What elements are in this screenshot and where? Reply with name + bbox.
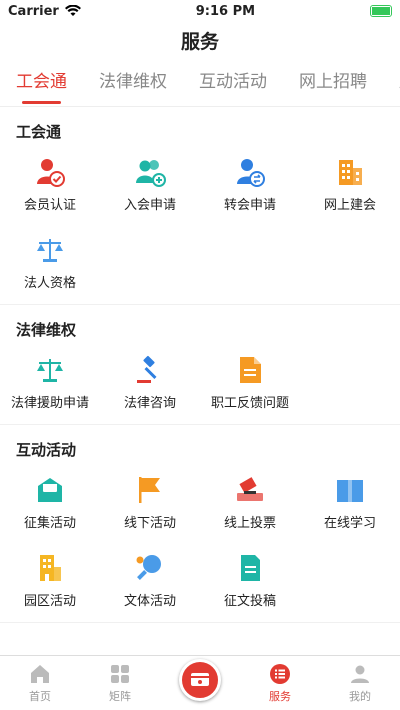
service-item[interactable]: 会员认证 [0, 152, 100, 220]
service-item[interactable]: 在线学习 [300, 470, 400, 538]
service-section: 互动活动征集活动 线下活动 线上投票 在线学习园区活动 文体活动 征文投稿 [0, 425, 400, 623]
service-item[interactable]: 线下活动 [100, 470, 200, 538]
service-grid: 会员认证 入会申请 转会申请 网上建会法人资格 [0, 152, 400, 298]
home-icon [31, 665, 49, 683]
service-item-label: 线上投票 [223, 516, 276, 531]
tab-recruitment[interactable]: 网上招聘 [283, 58, 383, 106]
tabbar-home[interactable]: 首页 [0, 656, 80, 710]
wifi-icon [64, 5, 81, 16]
service-item[interactable]: 职工反馈问题 [200, 350, 300, 418]
tabbar-label-service: 服务 [269, 690, 291, 703]
service-item[interactable]: 法人资格 [0, 230, 100, 298]
vote-icon [234, 474, 266, 506]
service-item-label: 入会申请 [123, 198, 176, 213]
service-item-label: 转会申请 [223, 198, 276, 213]
service-item[interactable]: 网上建会 [300, 152, 400, 220]
service-item[interactable]: 转会申请 [200, 152, 300, 220]
tabbar-label-matrix: 矩阵 [109, 690, 131, 703]
scale-icon [34, 354, 66, 386]
battery-icon [370, 5, 392, 17]
service-item-label: 法律咨询 [123, 396, 176, 411]
grid-icon [111, 665, 129, 683]
book-icon [334, 474, 366, 506]
service-item-label: 会员认证 [23, 198, 76, 213]
gavel-icon [134, 354, 166, 386]
service-item[interactable]: 线上投票 [200, 470, 300, 538]
service-item[interactable]: 园区活动 [0, 548, 100, 616]
inbox-icon [34, 474, 66, 506]
service-item-label: 征文投稿 [223, 594, 276, 609]
tab-union[interactable]: 工会通 [0, 58, 83, 106]
tabbar-label-home: 首页 [29, 690, 51, 703]
status-bar: Carrier 9:16 PM [0, 0, 400, 22]
service-item[interactable]: 法律援助申请 [0, 350, 100, 418]
service-item[interactable]: 法律咨询 [100, 350, 200, 418]
tabbar-label-profile: 我的 [349, 690, 371, 703]
tabbar-profile[interactable]: 我的 [320, 656, 400, 710]
service-grid: 征集活动 线下活动 线上投票 在线学习园区活动 文体活动 征文投稿 [0, 470, 400, 616]
service-item-label: 征集活动 [23, 516, 76, 531]
scale-icon [34, 234, 66, 266]
tabbar-service[interactable]: 服务 [240, 656, 320, 710]
profile-icon [351, 665, 369, 683]
service-list-icon [270, 664, 290, 684]
service-item-label: 网上建会 [323, 198, 376, 213]
flag-icon [134, 474, 166, 506]
bottom-tab-bar: 首页 矩阵 服务 我的 [0, 655, 400, 710]
tab-legal[interactable]: 法律维权 [83, 58, 183, 106]
service-grid: 法律援助申请 法律咨询 职工反馈问题 [0, 350, 400, 418]
service-item-label: 职工反馈问题 [210, 396, 289, 411]
member-verify-icon [34, 156, 66, 188]
service-item-label: 法律援助申请 [10, 396, 89, 411]
service-section: 法律维权法律援助申请 法律咨询 职工反馈问题 [0, 305, 400, 425]
transfer-apply-icon [234, 156, 266, 188]
section-title: 工会通 [16, 123, 62, 141]
section-title: 法律维权 [16, 321, 77, 339]
service-item-label: 在线学习 [323, 516, 376, 531]
service-item[interactable]: 入会申请 [100, 152, 200, 220]
section-title: 互动活动 [16, 441, 77, 459]
service-item[interactable]: 征文投稿 [200, 548, 300, 616]
park-building-icon [34, 552, 66, 584]
page-title: 服务 [180, 30, 219, 53]
service-item[interactable]: 文体活动 [100, 548, 200, 616]
carrier-label: Carrier [8, 3, 59, 19]
service-item-label: 法人资格 [23, 276, 76, 291]
service-section: 工会通会员认证 入会申请 转会申请 网上建会法人资格 [0, 107, 400, 305]
status-time: 9:16 PM [195, 3, 256, 19]
service-item-label: 园区活动 [23, 594, 76, 609]
tabbar-matrix[interactable]: 矩阵 [80, 656, 160, 710]
service-item[interactable]: 征集活动 [0, 470, 100, 538]
building-icon [334, 156, 366, 188]
tabbar-center[interactable] [160, 656, 240, 710]
ping-pong-icon [134, 552, 166, 584]
document-icon [234, 354, 266, 386]
service-content: 工会通会员认证 入会申请 转会申请 网上建会法人资格法律维权法律援助申请 法律咨询 职工反… [0, 107, 400, 637]
tab-activities[interactable]: 互动活动 [183, 58, 283, 106]
essay-icon [234, 552, 266, 584]
service-section: 网上招聘 [0, 623, 400, 637]
join-apply-icon [134, 156, 166, 188]
service-item-label: 线下活动 [123, 516, 176, 531]
service-item-label: 文体活动 [123, 594, 176, 609]
center-action-icon [179, 659, 221, 701]
category-tabs: 工会通 法律维权 互动活动 网上招聘 服 [0, 58, 400, 107]
tab-more[interactable]: 服 [383, 58, 400, 106]
